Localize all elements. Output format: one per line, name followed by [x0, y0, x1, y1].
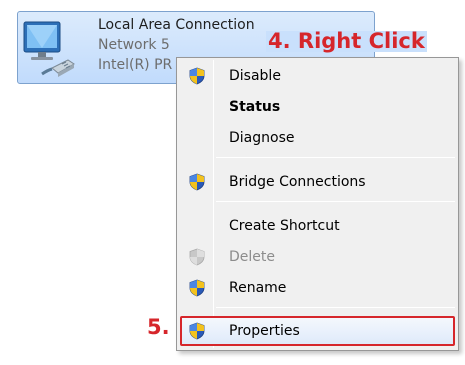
menu-item-diagnose[interactable]: Diagnose	[180, 125, 455, 151]
menu-label-delete: Delete	[229, 249, 275, 265]
network-adapter-icon	[22, 18, 82, 80]
menu-item-delete: Delete	[180, 244, 455, 270]
menu-item-status[interactable]: Status	[180, 94, 455, 120]
annotation-step-five: 5.	[147, 315, 170, 339]
menu-item-rename[interactable]: Rename	[180, 275, 455, 301]
uac-shield-icon	[188, 322, 206, 340]
menu-item-disable[interactable]: Disable	[180, 63, 455, 89]
menu-label-disable: Disable	[229, 68, 281, 84]
uac-shield-icon	[188, 173, 206, 191]
uac-shield-icon	[188, 67, 206, 85]
menu-label-bridge-connections: Bridge Connections	[229, 174, 366, 190]
menu-label-rename: Rename	[229, 280, 287, 296]
annotation-right-click: 4. Right Click	[266, 29, 427, 53]
menu-label-create-shortcut: Create Shortcut	[229, 218, 340, 234]
uac-shield-icon	[188, 279, 206, 297]
menu-item-properties[interactable]: Properties	[180, 316, 455, 346]
menu-separator	[216, 307, 455, 308]
menu-label-status: Status	[229, 99, 281, 115]
menu-label-properties: Properties	[229, 323, 300, 339]
connection-name: Local Area Connection	[98, 17, 255, 33]
context-menu: Disable Status Diagnose Bridge Connectio…	[176, 57, 459, 351]
menu-separator	[216, 201, 455, 202]
menu-item-bridge-connections[interactable]: Bridge Connections	[180, 169, 455, 195]
uac-shield-icon-disabled	[188, 248, 206, 266]
menu-separator	[216, 157, 455, 158]
menu-label-diagnose: Diagnose	[229, 130, 295, 146]
connection-network: Network 5	[98, 37, 170, 53]
menu-item-create-shortcut[interactable]: Create Shortcut	[180, 213, 455, 239]
